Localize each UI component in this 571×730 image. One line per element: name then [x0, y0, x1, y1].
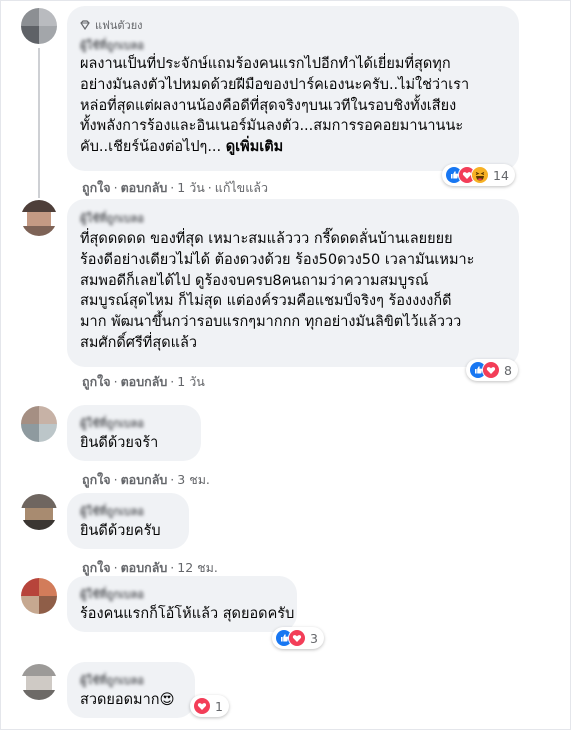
comment-bubble: ผู้ใช้ที่ถูกเบลอ สวดยอดมาก😍 [67, 662, 195, 718]
thread-line [38, 48, 40, 198]
avatar[interactable] [21, 8, 57, 44]
reaction-count: 3 [310, 630, 318, 646]
avatar[interactable] [21, 578, 57, 614]
avatar[interactable] [21, 494, 57, 530]
comment-text: ผลงานเป็นที่ประจักษ์แถมร้องคนแรกไปอีกทำไ… [80, 56, 470, 156]
love-icon [482, 361, 500, 379]
like-button[interactable]: ถูกใจ [82, 472, 111, 487]
comment-text: ที่สุดดดดด ของที่สุด เหมาะสมแล้ววว กรี๊ด… [80, 231, 475, 351]
reply-button[interactable]: ตอบกลับ [121, 374, 168, 389]
reply-button[interactable]: ตอบกลับ [121, 560, 168, 575]
comment-actions: ถูกใจ · ตอบกลับ · 3 ชม. [82, 472, 210, 487]
comment-bubble: ผู้ใช้ที่ถูกเบลอ ที่สุดดดดด ของที่สุด เห… [67, 199, 519, 367]
diamond-icon [80, 20, 90, 30]
reply-button[interactable]: ตอบกลับ [121, 180, 168, 195]
reaction-count: 8 [504, 362, 512, 378]
comment-text: ยินดีด้วยครับ [80, 523, 161, 539]
see-more-link[interactable]: ดูเพิ่มเติม [226, 139, 283, 155]
top-fan-badge: แฟนตัวยง [80, 16, 143, 34]
love-icon [288, 629, 306, 647]
comment-timestamp[interactable]: 12 ชม. [177, 560, 218, 575]
comment-timestamp[interactable]: 1 วัน [177, 180, 205, 195]
comment-bubble: ผู้ใช้ที่ถูกเบลอ ยินดีด้วยครับ [67, 493, 189, 549]
comment-bubble: ผู้ใช้ที่ถูกเบลอ ยินดีด้วยจร้า [67, 405, 201, 461]
like-button[interactable]: ถูกใจ [82, 560, 111, 575]
haha-icon [471, 166, 489, 184]
reaction-summary[interactable]: 14 [442, 164, 515, 186]
avatar[interactable] [21, 406, 57, 442]
comment-bubble: แฟนตัวยง ผู้ใช้ที่ถูกเบลอ ผลงานเป็นที่ปร… [67, 6, 519, 171]
comment-actions: ถูกใจ · ตอบกลับ · 1 วัน [82, 374, 205, 389]
comment-author[interactable]: ผู้ใช้ที่ถูกเบลอ [80, 502, 144, 520]
like-button[interactable]: ถูกใจ [82, 374, 111, 389]
reaction-summary[interactable]: 1 [190, 695, 229, 717]
reaction-count: 1 [215, 698, 223, 714]
comment-actions: ถูกใจ · ตอบกลับ · 12 ชม. [82, 560, 218, 575]
comment-bubble: ผู้ใช้ที่ถูกเบลอ ร้องคนแรกก็โอ้โห้แล้ว ส… [67, 576, 297, 632]
comment-text: สวดยอดมาก😍 [80, 692, 175, 708]
like-button[interactable]: ถูกใจ [82, 180, 111, 195]
edited-label: แก้ไขแล้ว [214, 180, 268, 195]
love-icon [193, 697, 211, 715]
comment-timestamp[interactable]: 3 ชม. [177, 472, 210, 487]
comment-author[interactable]: ผู้ใช้ที่ถูกเบลอ [80, 671, 144, 689]
avatar[interactable] [21, 200, 57, 236]
comment-author[interactable]: ผู้ใช้ที่ถูกเบลอ [80, 36, 144, 54]
comment-author[interactable]: ผู้ใช้ที่ถูกเบลอ [80, 414, 144, 432]
comment-text: ยินดีด้วยจร้า [80, 435, 159, 451]
comment-text: ร้องคนแรกก็โอ้โห้แล้ว สุดยอดครับ [80, 606, 295, 622]
comment-actions: ถูกใจ · ตอบกลับ · 1 วัน · แก้ไขแล้ว [82, 180, 268, 195]
comment-author[interactable]: ผู้ใช้ที่ถูกเบลอ [80, 209, 144, 227]
comment-author[interactable]: ผู้ใช้ที่ถูกเบลอ [80, 585, 144, 603]
reaction-count: 14 [493, 167, 509, 183]
avatar[interactable] [21, 664, 57, 700]
reply-button[interactable]: ตอบกลับ [121, 472, 168, 487]
comment-timestamp[interactable]: 1 วัน [177, 374, 205, 389]
reaction-summary[interactable]: 8 [466, 359, 518, 381]
reaction-summary[interactable]: 3 [272, 627, 324, 649]
